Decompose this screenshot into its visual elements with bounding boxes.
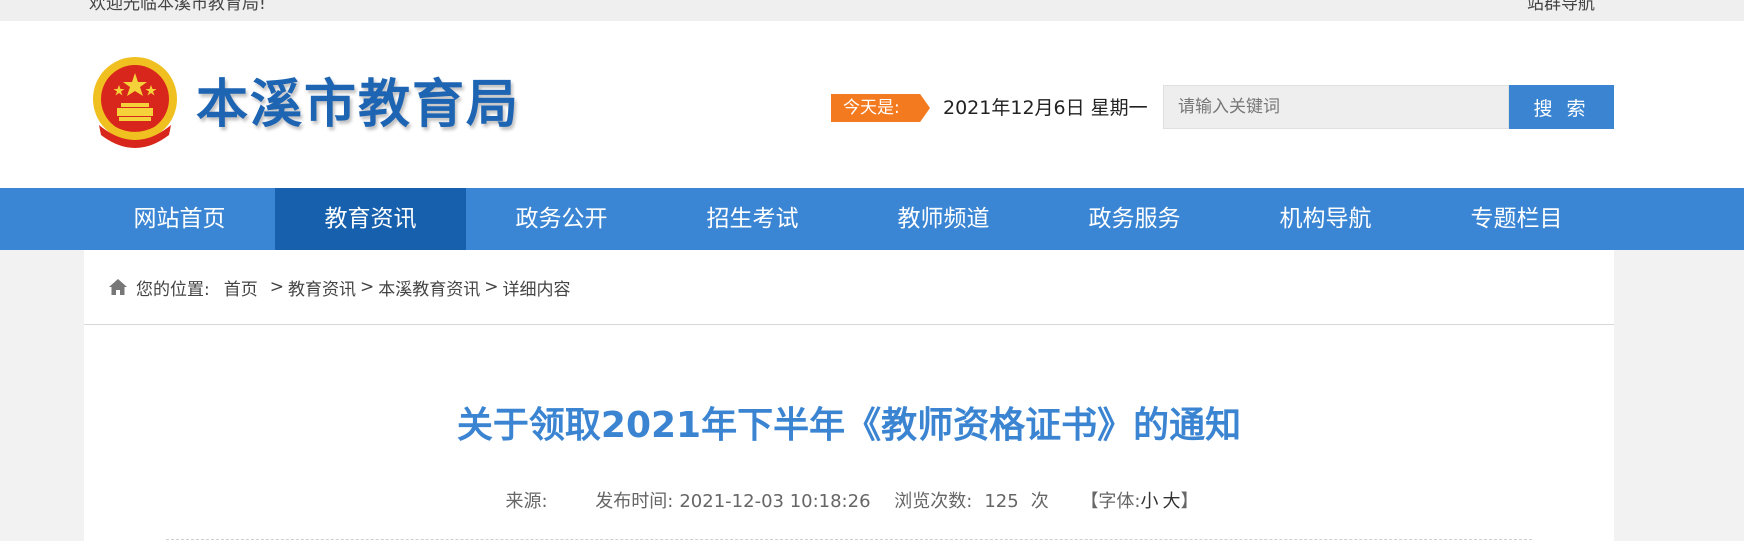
nav-item-teacher-channel[interactable]: 教师频道 — [848, 188, 1039, 250]
nav-item-government-affairs[interactable]: 政务公开 — [466, 188, 657, 250]
nav-item-special-topics[interactable]: 专题栏目 — [1421, 188, 1612, 250]
today-date: 2021年12月6日 星期一 — [943, 97, 1148, 119]
nav-item-government-services[interactable]: 政务服务 — [1039, 188, 1230, 250]
font-size-close: 】 — [1180, 491, 1199, 512]
publish-time: 2021-12-03 10:18:26 — [679, 491, 871, 512]
views-unit: 次 — [1030, 491, 1049, 512]
article-meta: 来源: 发布时间: 2021-12-03 10:18:26 浏览次数: 125 次 【… — [84, 490, 1614, 514]
header: 本溪市教育局 今天是: 2021年12月6日 星期一 搜 索 — [0, 21, 1744, 188]
national-emblem-icon — [93, 57, 177, 148]
today-label: 今天是: — [831, 94, 930, 122]
breadcrumb: 您的位置: 首页 > 教育资讯 > 本溪教育资讯 > 详细内容 — [108, 272, 570, 302]
main-nav: 网站首页 教育资讯 政务公开 招生考试 教师频道 政务服务 机构导航 专题栏目 — [0, 188, 1744, 250]
nav-item-education-news[interactable]: 教育资讯 — [275, 188, 466, 250]
breadcrumb-separator: > — [484, 277, 499, 297]
breadcrumb-separator: > — [269, 277, 284, 297]
breadcrumb-home[interactable]: 首页 — [224, 275, 258, 300]
nav-item-admissions-exams[interactable]: 招生考试 — [657, 188, 848, 250]
content-panel: 您的位置: 首页 > 教育资讯 > 本溪教育资讯 > 详细内容 关于领取2021… — [84, 250, 1614, 541]
article-title: 关于领取2021年下半年《教师资格证书》的通知 — [456, 405, 1242, 446]
breadcrumb-prefix: 您的位置: — [136, 279, 210, 300]
publish-label: 发布时间: — [595, 491, 674, 512]
font-large-button[interactable]: 大 — [1163, 491, 1181, 512]
views-label: 浏览次数: — [894, 491, 973, 512]
search-button[interactable]: 搜 索 — [1509, 85, 1614, 129]
breadcrumb-current: 详细内容 — [502, 279, 571, 300]
welcome-text: 欢迎光临本溪市教育局! — [89, 0, 266, 14]
views-count: 125 — [984, 491, 1019, 512]
breadcrumb-education-news[interactable]: 教育资讯 — [288, 275, 356, 300]
breadcrumb-divider — [84, 324, 1614, 325]
nav-item-institution-guide[interactable]: 机构导航 — [1230, 188, 1421, 250]
home-icon — [109, 279, 127, 295]
search-input[interactable] — [1163, 85, 1509, 129]
breadcrumb-benxi-education-news[interactable]: 本溪教育资讯 — [378, 275, 480, 300]
site-title: 本溪市教育局 — [196, 75, 521, 135]
font-size-open: 【字体: — [1080, 491, 1141, 512]
breadcrumb-separator: > — [359, 277, 375, 297]
nav-item-home[interactable]: 网站首页 — [84, 188, 275, 250]
site-group-nav-link[interactable]: 站群导航 — [1527, 0, 1595, 14]
font-small-button[interactable]: 小 — [1141, 491, 1159, 512]
source-label: 来源: — [505, 491, 548, 512]
top-bar: 欢迎光临本溪市教育局! 站群导航 — [0, 0, 1744, 21]
meta-divider — [166, 539, 1532, 540]
